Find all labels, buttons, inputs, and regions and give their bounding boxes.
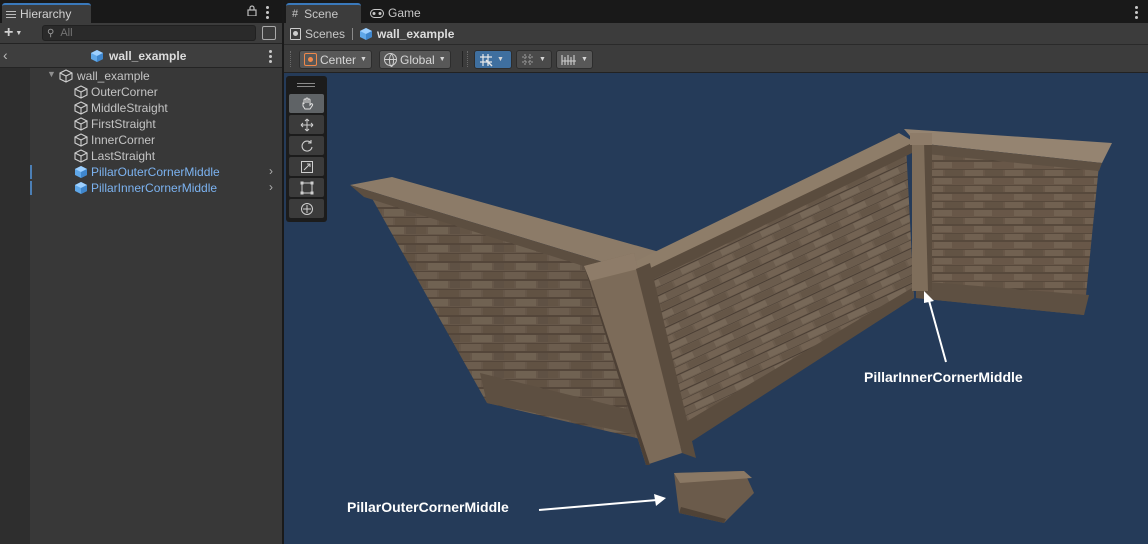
breadcrumb-root[interactable]: Scenes [305,27,345,41]
tree-row-label: PillarOuterCornerMiddle [91,165,220,179]
back-chevron-icon[interactable]: ‹ [3,47,8,63]
tab-scene[interactable]: # Scene [286,3,361,23]
dropdown-arrow-icon: ▼ [15,29,23,37]
tree-row-label: LastStraight [91,149,156,163]
scene-tab-bar: # Scene Game [284,0,1148,23]
pivot-center-icon [304,53,317,66]
hand-tool-icon[interactable] [289,94,324,113]
gameobject-cube-icon [59,69,73,83]
toolbar-separator [462,51,463,67]
toolbar-grip[interactable] [467,51,469,67]
search-options-icon[interactable] [262,26,276,40]
toolbar-grip[interactable] [290,51,292,67]
hierarchy-tab-bar: Hierarchy [0,0,282,23]
increment-snap-toggle[interactable]: ▼ [516,50,552,69]
tool-palette [286,76,327,222]
tree-row[interactable]: InnerCorner [32,132,282,148]
prefab-cube-icon [91,50,103,62]
tree-row[interactable]: LastStraight [32,148,282,164]
scene-header: ‹ wall_example [0,44,282,68]
palette-handle[interactable] [297,86,315,87]
tab-label: Game [388,6,421,20]
tree-row-label: MiddleStraight [91,101,168,115]
dropdown-arrow-icon: ▼ [539,56,546,63]
dropdown-arrow-icon: ▼ [438,56,446,63]
tree-row-label: OuterCorner [91,85,158,99]
tree-row-root[interactable]: ▼ wall_example [32,68,282,84]
expand-arrow-icon[interactable]: ▼ [47,69,56,79]
search-icon: ⚲ [47,27,55,39]
globe-icon [384,53,397,67]
grid-hash-icon: # [292,8,299,20]
gameobject-cube-icon [74,149,88,163]
tree-row[interactable]: PillarOuterCornerMiddle › [32,164,282,180]
snap-settings-button[interactable]: ▼ [556,50,593,69]
gamepad-icon [370,8,384,18]
more-options-icon[interactable] [266,6,269,19]
scale-tool-icon[interactable] [289,157,324,176]
more-options-icon[interactable] [269,50,272,63]
tree-row[interactable]: MiddleStraight [32,100,282,116]
hierarchy-gutter [0,68,30,544]
dropdown-arrow-icon: ▼ [360,56,367,63]
search-input[interactable] [60,27,231,39]
scene-title: wall_example [109,49,187,63]
palette-handle[interactable] [297,83,315,84]
hierarchy-search[interactable]: ⚲ [42,25,256,41]
gameobject-cube-icon [74,133,88,147]
scene-viewport[interactable]: PillarInnerCornerMiddle PillarOuterCorne… [284,73,1148,544]
grid-snap-icon [480,53,493,66]
gameobject-cube-icon [74,85,88,99]
increment-snap-icon [522,53,534,66]
more-options-icon[interactable] [1135,6,1138,19]
dropdown-arrow-icon: ▼ [581,56,588,63]
tree-row-label: FirstStraight [91,117,156,131]
rotate-tool-icon[interactable] [289,136,324,155]
create-button[interactable]: + ▼ [4,24,34,42]
tree-row-label: PillarInnerCornerMiddle [91,181,218,195]
lock-icon[interactable] [247,5,257,18]
wall-model [350,129,1112,523]
ruler-icon [561,54,576,65]
pivot-mode-dropdown[interactable]: Center ▼ [299,50,372,69]
tab-hierarchy[interactable]: Hierarchy [2,3,91,23]
outer-pillar-callout: PillarOuterCornerMiddle [347,499,509,515]
list-icon [6,10,16,19]
tab-label: Hierarchy [20,7,72,21]
transform-tool-icon[interactable] [289,199,324,218]
prefab-cube-icon [75,166,87,178]
breadcrumb: Scenes wall_example [284,23,1148,45]
scene-toolbar: Center ▼ Global ▼ ▼ ▼ ▼ [284,45,1148,73]
scene-panel: # Scene Game Scenes wall_example Center … [284,0,1148,544]
callout-arrow [538,494,666,511]
prefab-cube-icon [75,182,87,194]
hierarchy-toolbar: + ▼ ⚲ [0,23,282,44]
pivot-mode-label: Center [320,52,357,67]
tab-label: Scene [304,7,339,21]
breadcrumb-current[interactable]: wall_example [377,27,454,41]
scenes-icon [290,27,301,40]
grid-snapping-toggle[interactable]: ▼ [474,50,512,69]
tab-game[interactable]: Game [364,3,424,23]
inner-pillar-callout: PillarInnerCornerMiddle [864,369,1023,385]
chevron-right-icon[interactable]: › [269,164,273,178]
hierarchy-panel: Hierarchy + ▼ ⚲ ‹ wall_example [0,0,282,544]
tree-row[interactable]: PillarInnerCornerMiddle › [32,180,282,196]
prefab-cube-icon [360,27,373,40]
pivot-rotation-dropdown[interactable]: Global ▼ [379,50,451,69]
breadcrumb-separator [352,27,354,40]
chevron-right-icon[interactable]: › [269,180,273,194]
gameobject-cube-icon [74,117,88,131]
callout-arrow [924,291,947,363]
gameobject-cube-icon [74,101,88,115]
tree-row[interactable]: FirstStraight [32,116,282,132]
pivot-rotation-label: Global [400,52,435,67]
plus-icon: + [4,24,14,41]
move-tool-icon[interactable] [289,115,324,134]
rect-tool-icon[interactable] [289,178,324,197]
dropdown-arrow-icon: ▼ [497,56,504,63]
tree-row[interactable]: OuterCorner [32,84,282,100]
tree-row-label: InnerCorner [91,133,156,147]
tree-row-label: wall_example [77,69,150,83]
